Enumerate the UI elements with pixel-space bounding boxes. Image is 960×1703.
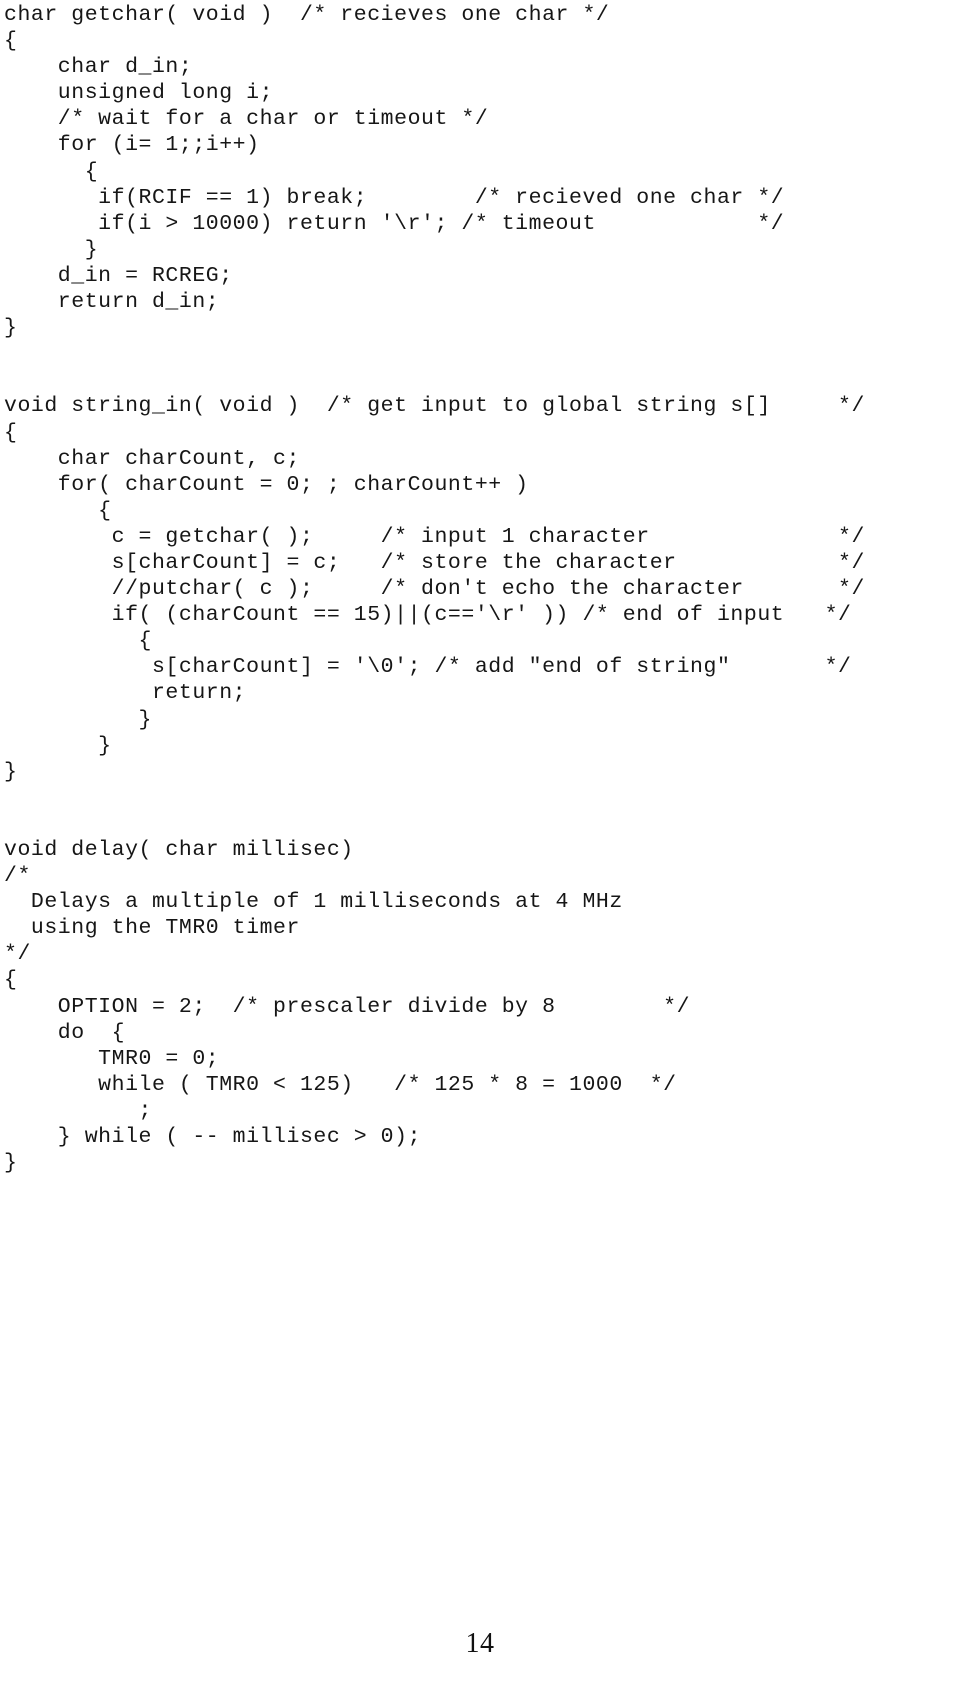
code-line: using the TMR0 timer xyxy=(4,916,300,941)
code-line: { xyxy=(4,420,18,445)
code-line: unsigned long i; xyxy=(4,81,274,106)
code-line: //putchar( c ); /* don't echo the charac… xyxy=(4,577,865,602)
code-line: { xyxy=(4,159,99,184)
code-line: Delays a multiple of 1 milliseconds at 4… xyxy=(4,890,623,915)
code-line: do { xyxy=(4,1020,126,1045)
code-line: { xyxy=(4,629,152,654)
code-line: } xyxy=(4,316,18,341)
code-line: char getchar( void ) /* recieves one cha… xyxy=(4,3,610,27)
code-line: OPTION = 2; /* prescaler divide by 8 */ xyxy=(4,994,691,1019)
code-line: if( (charCount == 15)||(c=='\r' )) /* en… xyxy=(4,603,852,628)
code-line: c = getchar( ); /* input 1 character */ xyxy=(4,524,865,549)
code-line: s[charCount] = '\0'; /* add "end of stri… xyxy=(4,655,852,680)
code-line: return; xyxy=(4,681,247,706)
code-line: s[charCount] = c; /* store the character… xyxy=(4,550,865,575)
code-line: ; xyxy=(4,1098,152,1123)
source-code-listing: char getchar( void ) /* recieves one cha… xyxy=(4,2,956,1176)
code-line: /* xyxy=(4,864,31,889)
code-line: TMR0 = 0; xyxy=(4,1046,220,1071)
code-line: { xyxy=(4,498,112,523)
code-line: for( charCount = 0; ; charCount++ ) xyxy=(4,472,529,497)
document-page: char getchar( void ) /* recieves one cha… xyxy=(0,0,960,1703)
code-line: while ( TMR0 < 125) /* 125 * 8 = 1000 */ xyxy=(4,1072,677,1097)
code-line: } xyxy=(4,237,99,262)
code-line: char charCount, c; xyxy=(4,446,300,471)
code-line: } xyxy=(4,733,112,758)
page-number: 14 xyxy=(465,1628,495,1659)
code-line: char d_in; xyxy=(4,55,193,80)
code-line: void string_in( void ) /* get input to g… xyxy=(4,394,865,419)
code-line: d_in = RCREG; xyxy=(4,263,233,288)
code-line: return d_in; xyxy=(4,290,220,315)
code-line: { xyxy=(4,968,18,993)
code-line: } xyxy=(4,707,152,732)
code-line: void delay( char millisec) xyxy=(4,838,354,862)
code-line: } while ( -- millisec > 0); xyxy=(4,1125,422,1150)
code-line: } xyxy=(4,1151,18,1176)
code-line: for (i= 1;;i++) xyxy=(4,133,260,158)
code-line: if(i > 10000) return '\r'; /* timeout */ xyxy=(4,211,785,236)
code-line: } xyxy=(4,759,18,784)
code-line: */ xyxy=(4,942,31,967)
code-line: /* wait for a char or timeout */ xyxy=(4,107,489,132)
code-line: { xyxy=(4,29,18,54)
code-line: if(RCIF == 1) break; /* recieved one cha… xyxy=(4,185,785,210)
